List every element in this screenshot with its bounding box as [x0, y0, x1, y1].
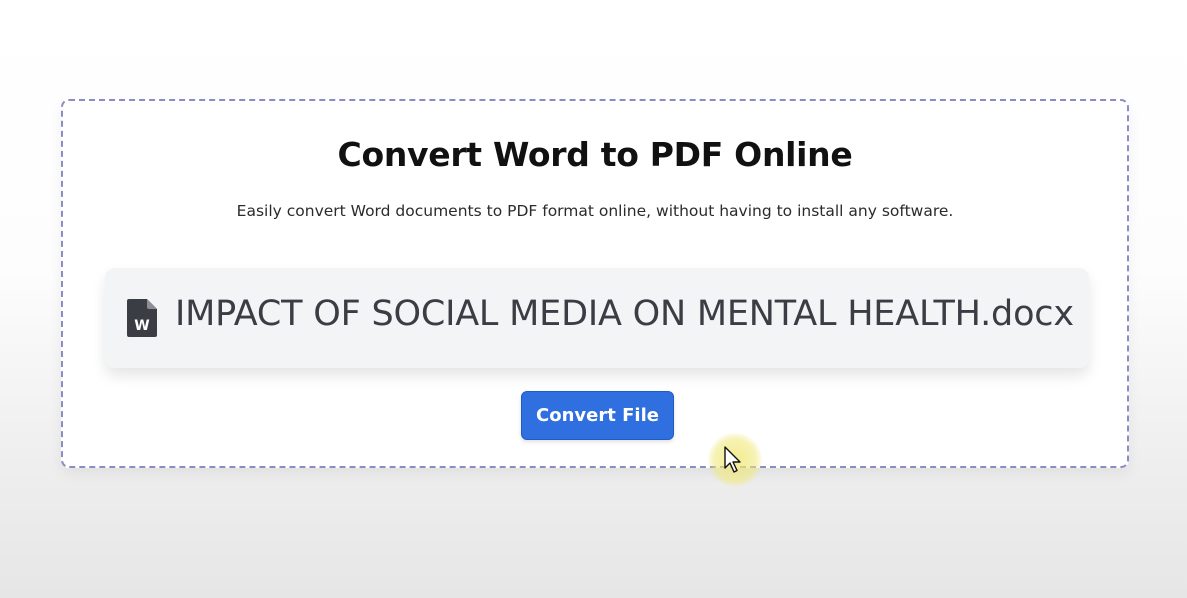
selected-file-card: W IMPACT OF SOCIAL MEDIA ON MENTAL HEALT… [105, 268, 1089, 368]
word-file-icon: W [127, 299, 157, 337]
mouse-pointer-icon [724, 446, 744, 474]
word-file-icon-letter: W [134, 318, 149, 334]
file-name: IMPACT OF SOCIAL MEDIA ON MENTAL HEALTH.… [175, 294, 1074, 334]
convert-file-button[interactable]: Convert File [521, 391, 674, 440]
page-title: Convert Word to PDF Online [337, 135, 853, 174]
upload-drop-zone[interactable]: Convert Word to PDF Online Easily conver… [61, 99, 1129, 468]
page-subtitle: Easily convert Word documents to PDF for… [236, 202, 954, 220]
